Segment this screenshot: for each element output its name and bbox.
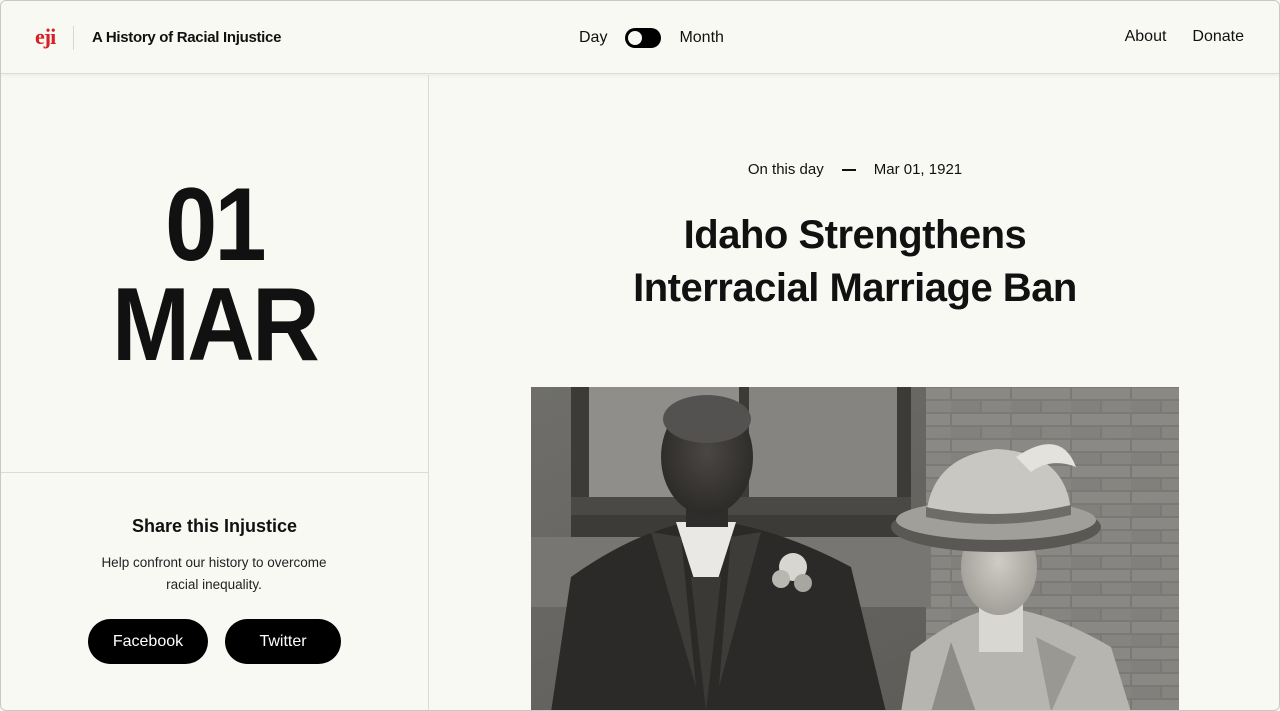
site-title[interactable]: A History of Racial Injustice	[92, 29, 281, 46]
on-this-day-kicker: On this day Mar 01, 1921	[429, 161, 1279, 178]
date-month: MAR	[111, 267, 320, 383]
headline-line-2: Interracial Marriage Ban	[633, 266, 1077, 310]
article-column: On this day Mar 01, 1921 Idaho Strengthe…	[429, 75, 1279, 710]
app-window: eji A History of Racial Injustice Day Mo…	[0, 0, 1280, 711]
date-block: 01 MAR	[1, 75, 428, 473]
kicker-dash	[841, 168, 856, 171]
article-headline: Idaho Strengthens Interracial Marriage B…	[549, 209, 1161, 315]
day-month-toggle[interactable]	[625, 28, 662, 48]
eji-logo[interactable]: eji	[35, 26, 56, 48]
toggle-knob	[628, 31, 643, 45]
share-title: Share this Injustice	[131, 516, 298, 536]
share-section: Share this Injustice Help confront our h…	[1, 474, 428, 710]
nav-link-about[interactable]: About	[1125, 28, 1167, 46]
kicker-date: Mar 01, 1921	[873, 161, 963, 178]
top-header: eji A History of Racial Injustice Day Mo…	[1, 1, 1279, 74]
photo-illustration	[531, 387, 1179, 710]
toggle-label-month[interactable]: Month	[679, 29, 723, 47]
twitter-share-button[interactable]: Twitter	[225, 619, 341, 664]
nav-link-donate[interactable]: Donate	[1192, 28, 1244, 46]
top-nav: About Donate	[1125, 28, 1244, 46]
facebook-share-button[interactable]: Facebook	[88, 619, 208, 664]
left-column: 01 MAR Share this Injustice Help confron…	[1, 75, 429, 710]
historical-couple-photo	[531, 387, 1179, 710]
day-month-toggle-group: Day Month	[579, 27, 724, 49]
kicker-label: On this day	[747, 161, 824, 178]
date-day: 01	[165, 167, 266, 283]
logo-divider	[73, 26, 74, 50]
headline-line-1: Idaho Strengthens	[683, 213, 1027, 257]
toggle-label-day[interactable]: Day	[579, 29, 607, 47]
share-description: Help confront our history to overcome ra…	[101, 555, 327, 592]
